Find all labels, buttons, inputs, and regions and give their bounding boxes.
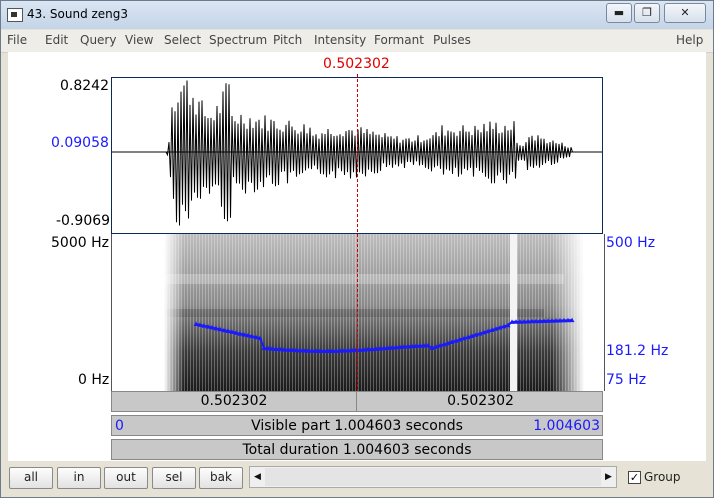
close-icon: ✕ [680,6,690,19]
menu-query[interactable]: Query [80,33,116,47]
spectrogram-min-label: 0 Hz [78,372,110,388]
waveform-zero-label: 0.09058 [51,135,109,151]
group-label: Group [644,470,681,484]
total-duration-bar[interactable]: Total duration 1.004603 seconds [111,439,603,460]
left-part-segment[interactable]: 0.502302 [112,392,357,411]
pitch-min-label: 75 Hz [606,372,647,388]
zoom-in-button[interactable]: in [57,467,101,489]
left-part-time: 0.502302 [200,393,268,409]
scroll-thumb[interactable] [265,468,601,486]
total-duration-label: Total duration 1.004603 seconds [242,442,472,458]
group-checkbox[interactable]: ✓ [628,471,641,484]
menu-pulses[interactable]: Pulses [433,33,471,47]
visible-part-bar[interactable]: 0 Visible part 1.004603 seconds 1.004603 [111,415,603,436]
menu-formant[interactable]: Formant [374,33,424,47]
visible-start-time: 0 [115,418,124,434]
window-title: 43. Sound zeng3 [27,7,129,21]
right-part-time: 0.502302 [447,393,514,409]
menu-edit[interactable]: Edit [45,33,68,47]
zoom-back-button[interactable]: bak [199,467,243,489]
editor-area[interactable]: 0.502302 0.8242 0.09058 -0.9069 5000 Hz … [8,52,706,461]
menu-file[interactable]: File [7,33,27,47]
scroll-left-arrow-icon[interactable]: ◀ [250,467,265,487]
menu-help[interactable]: Help [676,33,703,47]
menu-select[interactable]: Select [164,33,201,47]
scroll-right-arrow-icon[interactable]: ▶ [601,467,616,487]
menu-bar: File Edit Query View Select Spectrum Pit… [1,30,713,53]
zoom-selection-button[interactable]: sel [152,467,196,489]
cursor-line [357,74,358,392]
spectrogram-panel[interactable] [111,234,605,391]
pitch-max-label: 500 Hz [606,235,656,251]
sound-editor-window: 43. Sound zeng3 ▬ ❐ ✕ File Edit Query Vi… [0,0,714,498]
restore-button[interactable]: ❐ [634,3,660,23]
spectrogram-gap [510,234,517,391]
spectrogram-max-label: 5000 Hz [51,235,109,251]
minimize-icon: ▬ [613,6,625,19]
waveform-min-label: -0.9069 [56,213,111,229]
horizontal-scrollbar[interactable]: ◀ ▶ [249,466,617,488]
menu-pitch[interactable]: Pitch [273,33,302,47]
close-button[interactable]: ✕ [664,3,706,23]
pitch-current-label: 181.2 Hz [606,343,669,359]
visible-end-time: 1.004603 [533,418,600,434]
spectrogram-plot [164,234,584,391]
restore-icon: ❐ [642,6,652,19]
app-icon [7,8,23,22]
menu-intensity[interactable]: Intensity [314,33,366,47]
visible-part-label: Visible part 1.004603 seconds [251,418,463,434]
title-bar[interactable]: 43. Sound zeng3 ▬ ❐ ✕ [1,1,713,29]
zoom-out-button[interactable]: out [104,467,148,489]
menu-spectrum[interactable]: Spectrum [209,33,267,47]
waveform-max-label: 0.8242 [60,78,109,94]
zoom-all-button[interactable]: all [9,467,53,489]
right-part-segment[interactable]: 0.502302 [358,392,603,411]
minimize-button[interactable]: ▬ [606,3,632,23]
selection-bar[interactable]: 0.502302 0.502302 [111,391,603,412]
cursor-time-label: 0.502302 [323,56,390,72]
menu-view[interactable]: View [125,33,153,47]
